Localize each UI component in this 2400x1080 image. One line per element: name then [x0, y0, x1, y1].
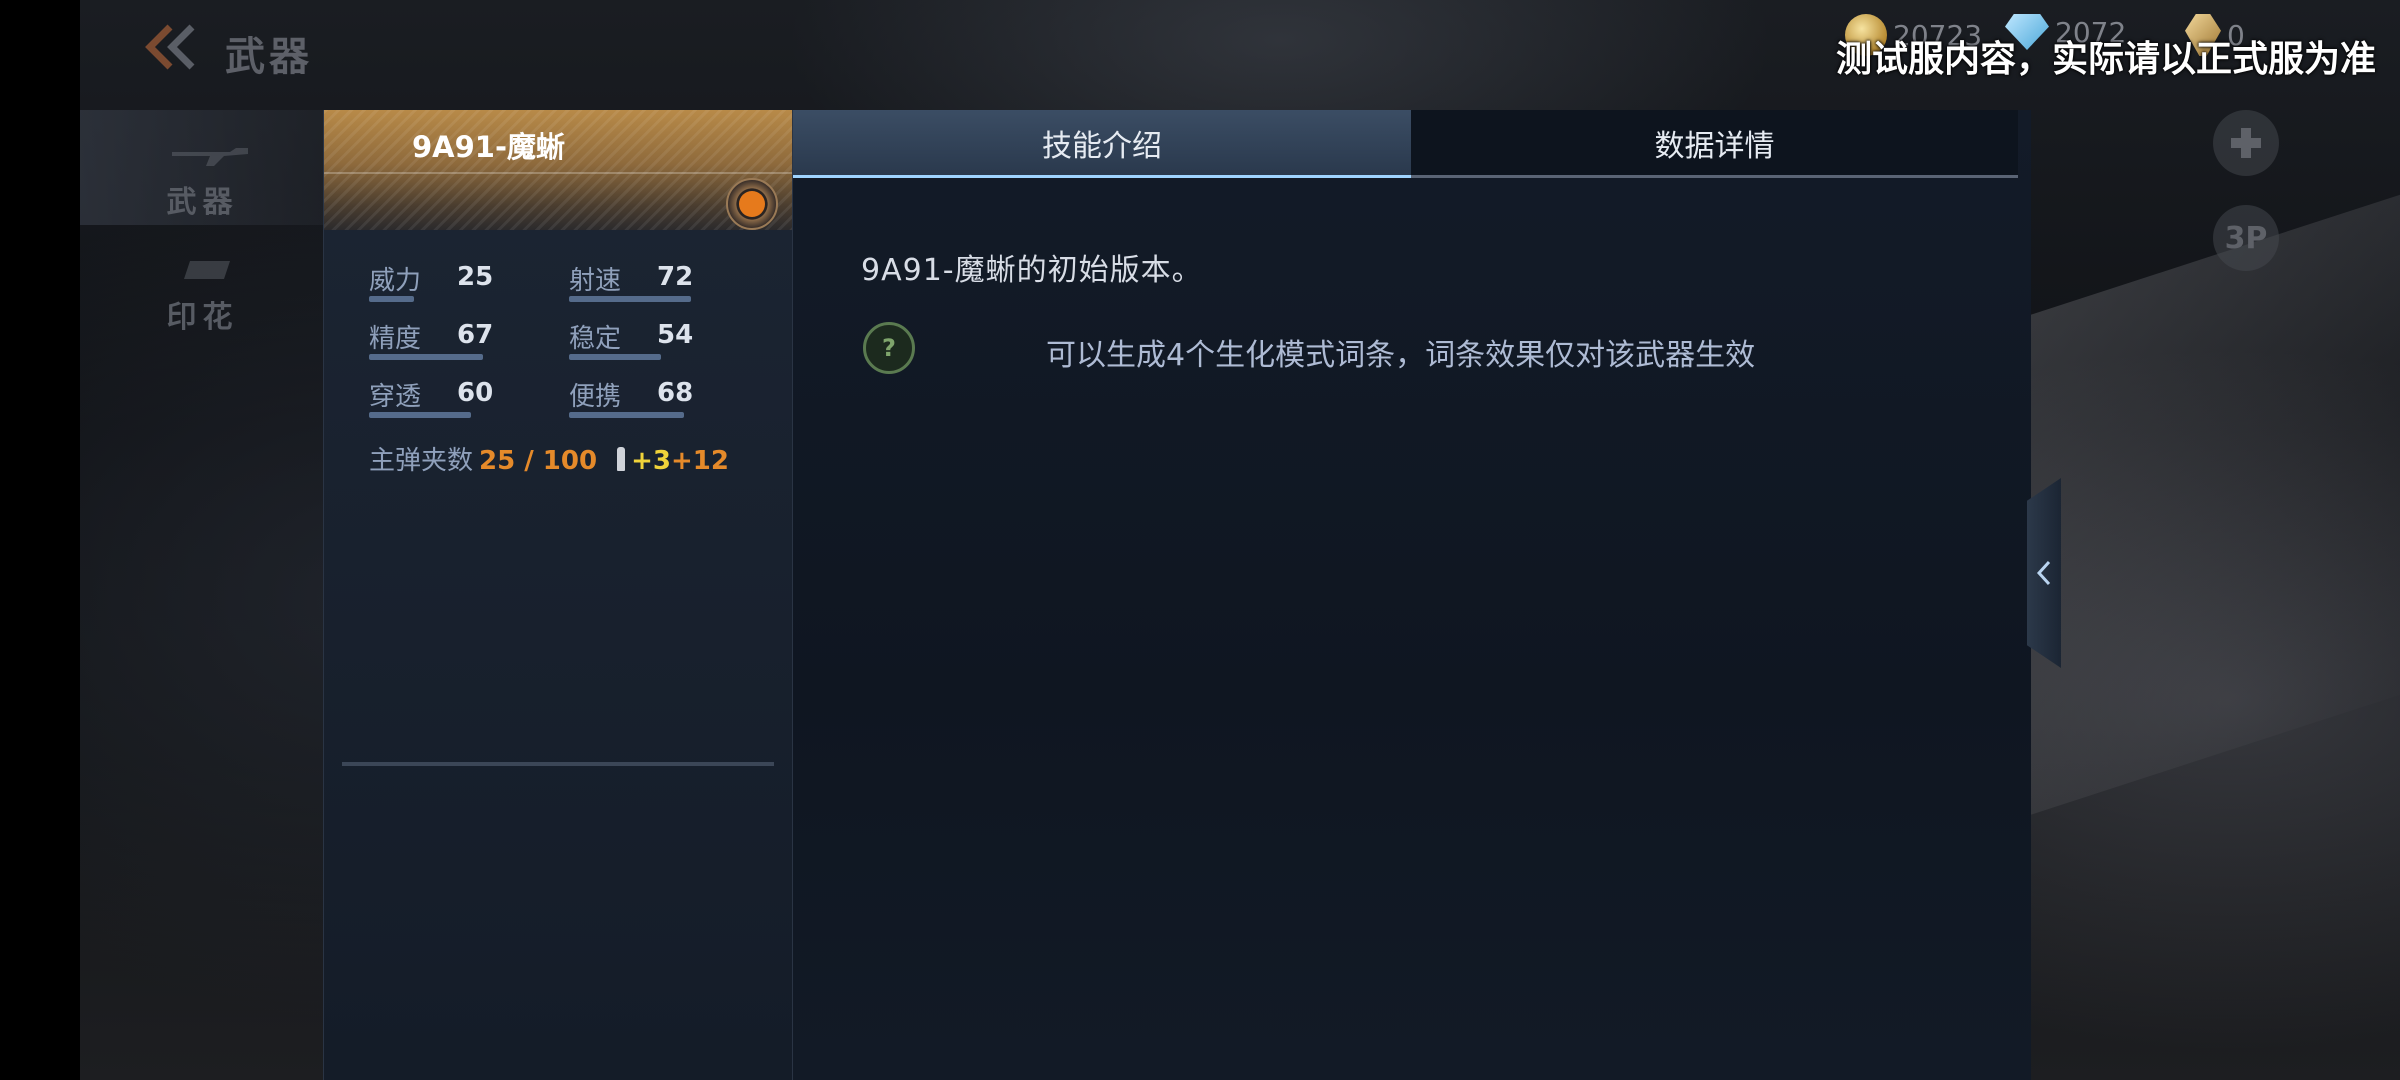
weapon-name: 9A91-魔蜥 [412, 130, 566, 164]
skill-description: 9A91-魔蜥的初始版本。 [861, 253, 1203, 288]
chevron-left-icon [2036, 560, 2051, 586]
weapon-header: 9A91-魔蜥 [324, 110, 792, 230]
gamepad-button[interactable] [2213, 110, 2279, 176]
bullet-icon [617, 447, 626, 471]
stat-label: 威力 [369, 266, 422, 296]
stat-label: 精度 [369, 324, 422, 354]
sidebar-item-label: 印花 [166, 300, 239, 335]
tab-data-details[interactable]: 数据详情 [1411, 110, 2018, 178]
stat-label: 穿透 [369, 382, 422, 412]
magazine-bonus-orange: +12 [670, 446, 729, 476]
dpad-icon [2231, 128, 2261, 158]
magazine-info: 主弹夹数 25 / 100 +3+12 [369, 440, 729, 477]
magazine-bonus-yellow: +3 [631, 446, 671, 476]
stat-value: 72 [657, 262, 694, 292]
stat-bar [369, 296, 414, 302]
stat-value: 68 [657, 378, 694, 408]
stat-value: 54 [657, 320, 694, 350]
stat-label: 稳定 [569, 324, 622, 354]
stat-penetration: 穿透 60 [369, 376, 539, 420]
stat-bar [569, 412, 684, 418]
sticker-icon [184, 261, 230, 279]
stat-bar [569, 354, 661, 360]
skill-effect-text: 可以生成4个生化模式词条，词条效果仅对该武器生效 [1046, 338, 1756, 373]
mystery-card-icon: ? [863, 322, 915, 374]
stat-label: 射速 [569, 266, 622, 296]
stat-bar [369, 412, 471, 418]
weapon-stats-card: 9A91-魔蜥 威力 25 射速 72 精度 67 稳定 54 穿透 60 便携… [323, 110, 793, 1080]
rifle-icon [172, 148, 248, 166]
stat-accuracy: 精度 67 [369, 318, 539, 362]
page-title: 武器 [225, 34, 313, 80]
collapse-panel-button[interactable] [2027, 478, 2061, 668]
view-mode-button[interactable]: 3P [2213, 205, 2279, 271]
stat-value: 67 [457, 320, 494, 350]
sidebar-item-label: 武器 [166, 185, 239, 220]
stat-stability: 稳定 54 [569, 318, 739, 362]
info-tabs: 技能介绍 数据详情 [793, 110, 2018, 178]
stat-value: 60 [457, 378, 494, 408]
stat-bar [569, 296, 691, 302]
stat-label: 便携 [569, 382, 622, 412]
screen-edge [0, 0, 80, 1080]
magazine-label: 主弹夹数 [369, 446, 474, 476]
sidebar-item-weapons[interactable]: 武器 [80, 110, 325, 225]
magazine-value: 25 / 100 [479, 446, 598, 476]
stat-portability: 便携 68 [569, 376, 739, 420]
header-divider [324, 172, 792, 174]
test-server-watermark: 测试服内容，实际请以正式服为准 [1835, 39, 2376, 80]
stat-fire-rate: 射速 72 [569, 260, 739, 304]
stat-power: 威力 25 [369, 260, 539, 304]
tab-skill-intro[interactable]: 技能介绍 [793, 110, 1411, 178]
rarity-badge-icon [726, 178, 778, 230]
weapon-detail-panel: 9A91-魔蜥 威力 25 射速 72 精度 67 稳定 54 穿透 60 便携… [323, 110, 2061, 1080]
stat-value: 25 [457, 262, 494, 292]
back-button[interactable] [140, 22, 200, 72]
double-chevron-left-icon [145, 24, 195, 70]
stat-bar [369, 354, 483, 360]
card-divider [342, 762, 774, 766]
info-area: 技能介绍 数据详情 9A91-魔蜥的初始版本。 ? 可以生成4个生化模式词条，词… [793, 110, 2061, 1080]
sidebar-item-stickers[interactable]: 印花 [80, 225, 325, 340]
category-sidebar: 武器 印花 [80, 110, 325, 1080]
